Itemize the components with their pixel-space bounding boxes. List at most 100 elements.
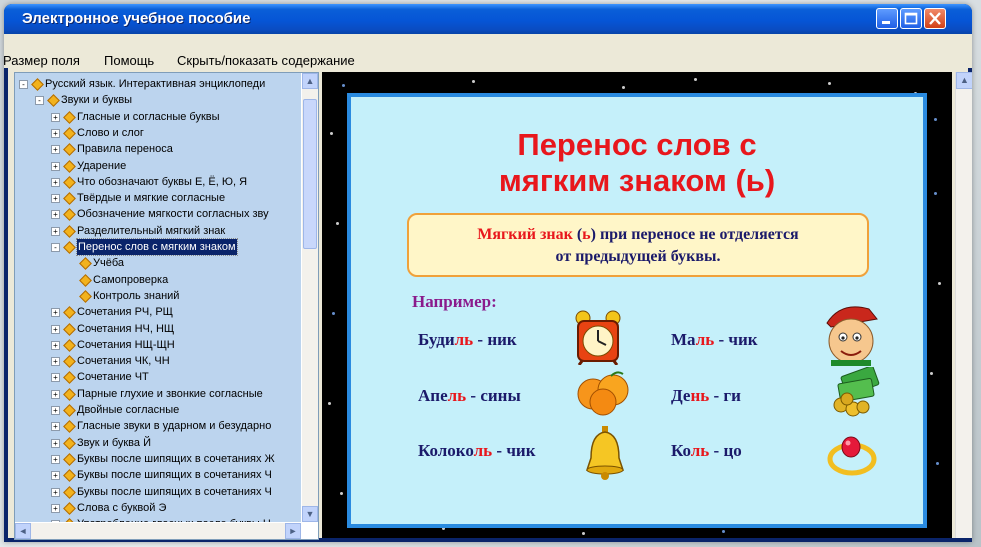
star-dot (722, 530, 725, 533)
star-dot (694, 78, 697, 81)
menu-item-toggle-contents[interactable]: Скрыть/показать содержание (177, 53, 355, 68)
star-dot (332, 312, 335, 315)
topic-diamond-icon (63, 110, 76, 124)
scroll-down-icon[interactable]: ▼ (302, 506, 318, 522)
star-dot (934, 192, 937, 195)
expand-icon[interactable]: + (51, 373, 60, 383)
expand-icon[interactable]: + (51, 112, 60, 122)
star-dot (936, 462, 939, 465)
close-button[interactable] (924, 8, 946, 29)
tree-vertical-scrollbar[interactable]: ▲ ▼ (302, 73, 318, 522)
rule-sign: ь (582, 226, 591, 243)
client-area: - Русский язык. Интерактивная энциклопеди… (8, 68, 972, 540)
scroll-up-icon[interactable]: ▲ (302, 73, 318, 89)
expand-icon[interactable]: + (51, 487, 60, 497)
topic-diamond-icon (63, 338, 76, 352)
expand-icon[interactable]: + (51, 161, 60, 171)
maximize-icon (904, 12, 918, 25)
expand-icon[interactable]: + (51, 324, 60, 334)
expand-icon[interactable]: + (51, 308, 60, 318)
tree-node-label: Ударение (77, 159, 127, 172)
ring-icon (827, 436, 877, 476)
tree-node-label: Слова с буквой Э (77, 501, 167, 514)
expand-icon[interactable]: + (51, 471, 60, 481)
tree-node-label: Сочетания ЧК, ЧН (77, 355, 170, 368)
expand-icon[interactable]: + (51, 503, 60, 513)
tree-node-label: Слово и слог (77, 126, 144, 139)
expand-icon[interactable]: + (51, 194, 60, 204)
topic-diamond-icon (63, 387, 76, 401)
star-dot (336, 222, 339, 225)
viewer-scroll-up-icon[interactable]: ▲ (956, 72, 972, 89)
lesson-slide: Перенос слов с мягким знаком (ь) Мягкий … (347, 93, 927, 528)
scroll-left-icon[interactable]: ◄ (15, 523, 31, 539)
topic-diamond-icon (63, 159, 76, 173)
example-word-4: День - ги (671, 386, 741, 405)
minimize-button[interactable] (876, 8, 898, 29)
collapse-icon[interactable]: - (51, 243, 60, 252)
topic-diamond-icon (63, 143, 76, 157)
rule-text-line2: от предыдущей буквы. (555, 248, 721, 265)
star-dot (328, 402, 331, 405)
expand-icon[interactable]: + (51, 406, 60, 415)
menu-item-help[interactable]: Помощь (104, 53, 154, 68)
tree-node-label: Разделительный мягкий знак (77, 224, 226, 237)
topic-diamond-icon (63, 306, 76, 320)
expand-icon[interactable]: + (51, 422, 60, 432)
star-dot (828, 82, 831, 85)
expand-icon[interactable]: + (51, 520, 60, 522)
collapse-icon[interactable]: - (19, 80, 28, 89)
topic-diamond-icon (63, 355, 76, 368)
expand-icon[interactable]: + (51, 389, 60, 399)
expand-icon[interactable]: + (51, 177, 60, 187)
collapse-icon[interactable]: - (35, 96, 44, 106)
topic-diamond-icon (63, 518, 76, 522)
tree-node-label: Звук и буква Й (77, 436, 151, 449)
window-title: Электронное учебное пособие (22, 10, 251, 27)
scroll-thumb[interactable] (303, 99, 317, 249)
tree-node-label: Русский язык. Интерактивная энциклопеди (45, 78, 266, 90)
expand-icon[interactable]: + (51, 454, 60, 464)
tree-node-label: Буквы после шипящих в сочетаниях Ч (77, 485, 272, 498)
tree-node-label: Перенос слов с мягким знаком (76, 238, 238, 256)
topic-diamond-icon (63, 208, 76, 222)
topic-diamond-icon (63, 404, 76, 417)
bell-icon (585, 426, 625, 480)
tree-node-label: Буквы после шипящих в сочетаниях Ж (77, 452, 275, 465)
slide-title: Перенос слов с мягким знаком (ь) (351, 127, 923, 199)
expand-icon[interactable]: + (51, 226, 60, 236)
expand-icon[interactable]: + (51, 145, 60, 155)
menu-bar: Размер поля Помощь Скрыть/показать содер… (4, 34, 972, 68)
star-dot (472, 80, 475, 83)
expand-icon[interactable]: + (51, 210, 60, 220)
expand-icon[interactable]: + (51, 128, 60, 138)
viewer-vertical-scrollbar[interactable]: ▲ (955, 72, 972, 538)
tree-node-label: Учёба (93, 257, 125, 270)
maximize-button[interactable] (900, 8, 922, 29)
close-icon (929, 12, 941, 25)
star-dot (340, 492, 343, 495)
expand-icon[interactable]: + (51, 357, 60, 367)
topic-diamond-icon (63, 420, 76, 434)
menu-item-field-size[interactable]: Размер поля (4, 53, 80, 68)
scroll-right-icon[interactable]: ► (285, 523, 301, 539)
topic-diamond-icon (63, 241, 76, 254)
slide-title-line1: Перенос слов с (517, 127, 757, 162)
topic-diamond-icon (63, 436, 76, 450)
topic-diamond-icon (31, 78, 44, 91)
topic-diamond-icon (47, 94, 60, 108)
topic-diamond-icon (63, 224, 76, 238)
tree-horizontal-scrollbar[interactable]: ◄ ► (15, 523, 301, 539)
expand-icon[interactable]: + (51, 340, 60, 350)
tree-node-label: Сочетания РЧ, РЩ (77, 306, 173, 319)
topic-diamond-icon (63, 322, 76, 336)
title-bar[interactable]: Электронное учебное пособие (4, 4, 972, 34)
star-dot (930, 372, 933, 375)
tree-node-label: Буквы после шипящих в сочетаниях Ч (77, 469, 272, 482)
expand-icon[interactable]: + (51, 438, 60, 448)
example-word-3: Апель - сины (418, 386, 521, 405)
example-label: Например: (412, 292, 497, 311)
topic-diamond-icon (63, 501, 76, 515)
topic-diamond-icon (63, 127, 76, 140)
rule-term: Мягкий знак (477, 226, 573, 243)
